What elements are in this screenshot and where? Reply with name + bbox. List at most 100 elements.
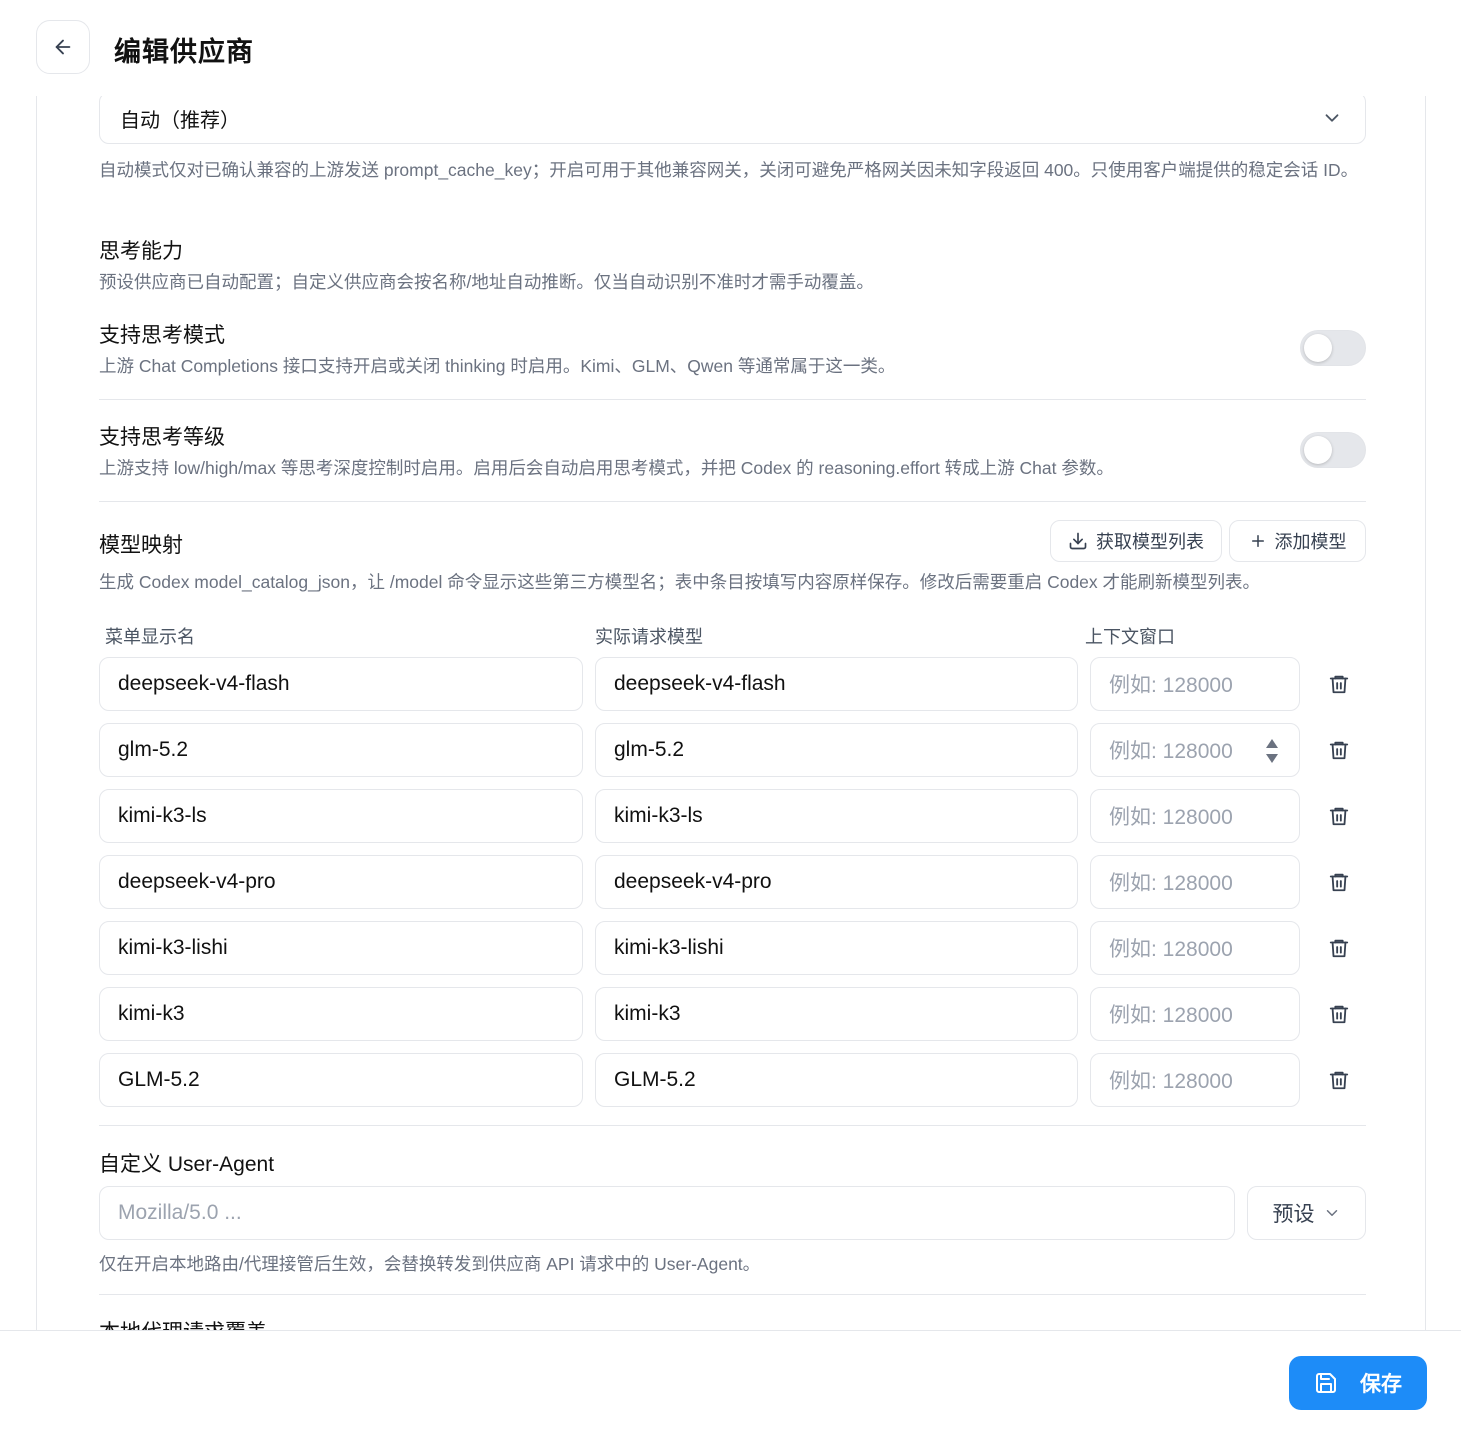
divider <box>99 1125 1366 1126</box>
request-model-value: GLM-5.2 <box>614 1068 696 1091</box>
back-button[interactable] <box>36 20 90 74</box>
display-name-input[interactable]: deepseek-v4-flash <box>99 657 583 711</box>
context-window-placeholder: 例如: 128000 <box>1109 938 1233 961</box>
context-window-placeholder: 例如: 128000 <box>1109 1004 1233 1027</box>
user-agent-input[interactable]: Mozilla/5.0 ... <box>99 1186 1235 1240</box>
display-name-value: kimi-k3-lishi <box>118 936 228 959</box>
thinking-mode-help: 上游 Chat Completions 接口支持开启或关闭 thinking 时… <box>99 356 896 376</box>
number-stepper-icon[interactable] <box>1265 737 1279 765</box>
thinking-mode-toggle[interactable] <box>1300 330 1366 366</box>
request-model-input[interactable]: glm-5.2 <box>595 723 1078 777</box>
display-name-input[interactable]: glm-5.2 <box>99 723 583 777</box>
chevron-down-icon <box>1326 1210 1337 1216</box>
divider <box>99 501 1366 502</box>
display-name-value: GLM-5.2 <box>118 1068 200 1091</box>
thinking-title: 思考能力 <box>99 240 183 263</box>
user-agent-help: 仅在开启本地路由/代理接管后生效，会替换转发到供应商 API 请求中的 User… <box>99 1254 761 1274</box>
trash-icon <box>1328 871 1350 893</box>
user-agent-placeholder: Mozilla/5.0 ... <box>118 1201 242 1224</box>
context-window-placeholder: 例如: 128000 <box>1109 740 1233 763</box>
display-name-value: deepseek-v4-pro <box>118 870 276 893</box>
user-agent-title: 自定义 User-Agent <box>99 1153 275 1176</box>
context-window-placeholder: 例如: 128000 <box>1109 806 1233 829</box>
trash-icon <box>1328 739 1350 761</box>
page-header: 编辑供应商 <box>0 0 1461 96</box>
display-name-input[interactable]: kimi-k3-ls <box>99 789 583 843</box>
request-model-value: kimi-k3-ls <box>614 804 703 827</box>
request-model-value: deepseek-v4-pro <box>614 870 772 893</box>
context-window-input[interactable]: 例如: 128000 <box>1090 657 1300 711</box>
context-window-input[interactable]: 例如: 128000 <box>1090 921 1300 975</box>
request-model-input[interactable]: kimi-k3 <box>595 987 1078 1041</box>
context-window-input[interactable]: 例如: 128000 <box>1090 987 1300 1041</box>
plus-icon <box>1251 535 1264 547</box>
display-name-value: deepseek-v4-flash <box>118 672 290 695</box>
cache-mode-select[interactable]: 自动（推荐） <box>99 96 1366 144</box>
request-model-input[interactable]: GLM-5.2 <box>595 1053 1078 1107</box>
arrow-left-icon <box>55 39 71 55</box>
display-name-input[interactable]: GLM-5.2 <box>99 1053 583 1107</box>
divider <box>99 399 1366 400</box>
trash-icon <box>1328 1003 1350 1025</box>
delete-row-button[interactable] <box>1324 867 1354 897</box>
add-model-button[interactable]: 添加模型 <box>1229 520 1366 562</box>
context-window-input[interactable]: 例如: 128000 <box>1090 1053 1300 1107</box>
preset-label: 预设 <box>1272 1203 1315 1226</box>
model-mapping-title: 模型映射 <box>99 534 183 557</box>
request-model-value: glm-5.2 <box>614 738 685 761</box>
display-name-input[interactable]: kimi-k3-lishi <box>99 921 583 975</box>
chevron-down-icon <box>1325 114 1339 122</box>
thinking-mode-label: 支持思考模式 <box>99 324 225 347</box>
request-model-value: kimi-k3-lishi <box>614 936 724 959</box>
divider <box>99 1294 1366 1295</box>
download-icon <box>1069 532 1087 550</box>
column-header-context-window: 上下文窗口 <box>1085 627 1175 647</box>
context-window-placeholder: 例如: 128000 <box>1109 1070 1233 1093</box>
trash-icon <box>1328 1069 1350 1091</box>
delete-row-button[interactable] <box>1324 1065 1354 1095</box>
request-model-input[interactable]: deepseek-v4-flash <box>595 657 1078 711</box>
toggle-knob <box>1304 334 1332 362</box>
request-model-input[interactable]: kimi-k3-lishi <box>595 921 1078 975</box>
user-agent-preset-select[interactable]: 预设 <box>1247 1186 1366 1240</box>
request-model-value: deepseek-v4-flash <box>614 672 786 695</box>
request-model-input[interactable]: deepseek-v4-pro <box>595 855 1078 909</box>
delete-row-button[interactable] <box>1324 801 1354 831</box>
save-label: 保存 <box>1360 1373 1402 1396</box>
display-name-value: kimi-k3-ls <box>118 804 207 827</box>
fetch-models-button[interactable]: 获取模型列表 <box>1050 520 1222 562</box>
display-name-input[interactable]: deepseek-v4-pro <box>99 855 583 909</box>
add-model-label: 添加模型 <box>1274 532 1347 552</box>
cache-mode-value: 自动（推荐） <box>120 109 240 132</box>
context-window-input[interactable]: 例如: 128000 <box>1090 723 1300 777</box>
trash-icon <box>1328 673 1350 695</box>
toggle-knob <box>1304 436 1332 464</box>
display-name-value: kimi-k3 <box>118 1002 185 1025</box>
context-window-input[interactable]: 例如: 128000 <box>1090 855 1300 909</box>
thinking-level-toggle[interactable] <box>1300 432 1366 468</box>
request-model-value: kimi-k3 <box>614 1002 681 1025</box>
save-button[interactable]: 保存 <box>1289 1356 1427 1410</box>
thinking-level-help: 上游支持 low/high/max 等思考深度控制时启用。启用后会自动启用思考模… <box>99 458 1114 478</box>
fetch-models-label: 获取模型列表 <box>1096 532 1204 552</box>
page-title: 编辑供应商 <box>114 37 254 67</box>
context-window-input[interactable]: 例如: 128000 <box>1090 789 1300 843</box>
delete-row-button[interactable] <box>1324 669 1354 699</box>
delete-row-button[interactable] <box>1324 735 1354 765</box>
context-window-placeholder: 例如: 128000 <box>1109 674 1233 697</box>
column-header-request-model: 实际请求模型 <box>595 627 703 647</box>
display-name-input[interactable]: kimi-k3 <box>99 987 583 1041</box>
delete-row-button[interactable] <box>1324 933 1354 963</box>
display-name-value: glm-5.2 <box>118 738 189 761</box>
trash-icon <box>1328 805 1350 827</box>
save-icon <box>1316 1373 1336 1393</box>
trash-icon <box>1328 937 1350 959</box>
column-header-display-name: 菜单显示名 <box>105 627 195 647</box>
local-proxy-override-title: 本地代理请求覆盖 <box>99 1316 267 1330</box>
request-model-input[interactable]: kimi-k3-ls <box>595 789 1078 843</box>
form-scroll-area[interactable]: 自动（推荐） 自动模式仅对已确认兼容的上游发送 prompt_cache_key… <box>36 96 1426 1330</box>
thinking-level-label: 支持思考等级 <box>99 426 225 449</box>
footer-bar: 保存 <box>0 1330 1461 1433</box>
context-window-placeholder: 例如: 128000 <box>1109 872 1233 895</box>
delete-row-button[interactable] <box>1324 999 1354 1029</box>
